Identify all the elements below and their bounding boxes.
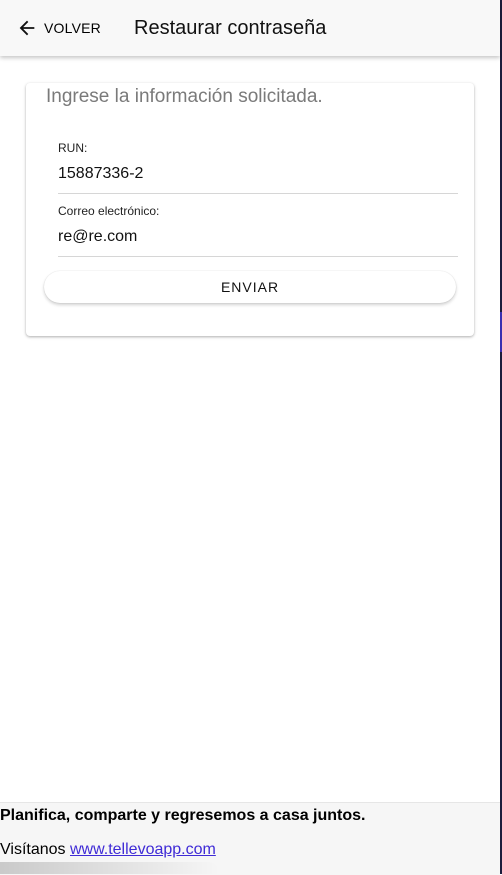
send-button[interactable]: ENVIAR <box>44 271 456 303</box>
back-button[interactable]: VOLVER <box>16 14 101 42</box>
back-button-label: VOLVER <box>44 20 101 36</box>
footer-visit: Visítanos www.tellevoapp.com <box>0 841 216 859</box>
arrow-left-icon <box>19 20 35 36</box>
reset-password-card: Ingrese la información solicitada. RUN: … <box>26 83 474 336</box>
app-header: VOLVER Restaurar contraseña <box>0 0 500 56</box>
website-link[interactable]: www.tellevoapp.com <box>70 841 216 858</box>
footer-tagline: Planifica, comparte y regresemos a casa … <box>0 807 366 824</box>
footer-corner-shadow <box>0 862 220 874</box>
email-label: Correo electrónico: <box>58 204 160 218</box>
email-input[interactable] <box>58 226 458 248</box>
run-field: RUN: <box>58 139 458 194</box>
visit-prefix: Visítanos <box>0 841 66 858</box>
run-input[interactable] <box>58 163 458 185</box>
email-field: Correo electrónico: <box>58 202 458 257</box>
run-label: RUN: <box>58 141 88 155</box>
page-title: Restaurar contraseña <box>134 17 327 39</box>
form-instructions: Ingrese la información solicitada. <box>46 86 323 107</box>
